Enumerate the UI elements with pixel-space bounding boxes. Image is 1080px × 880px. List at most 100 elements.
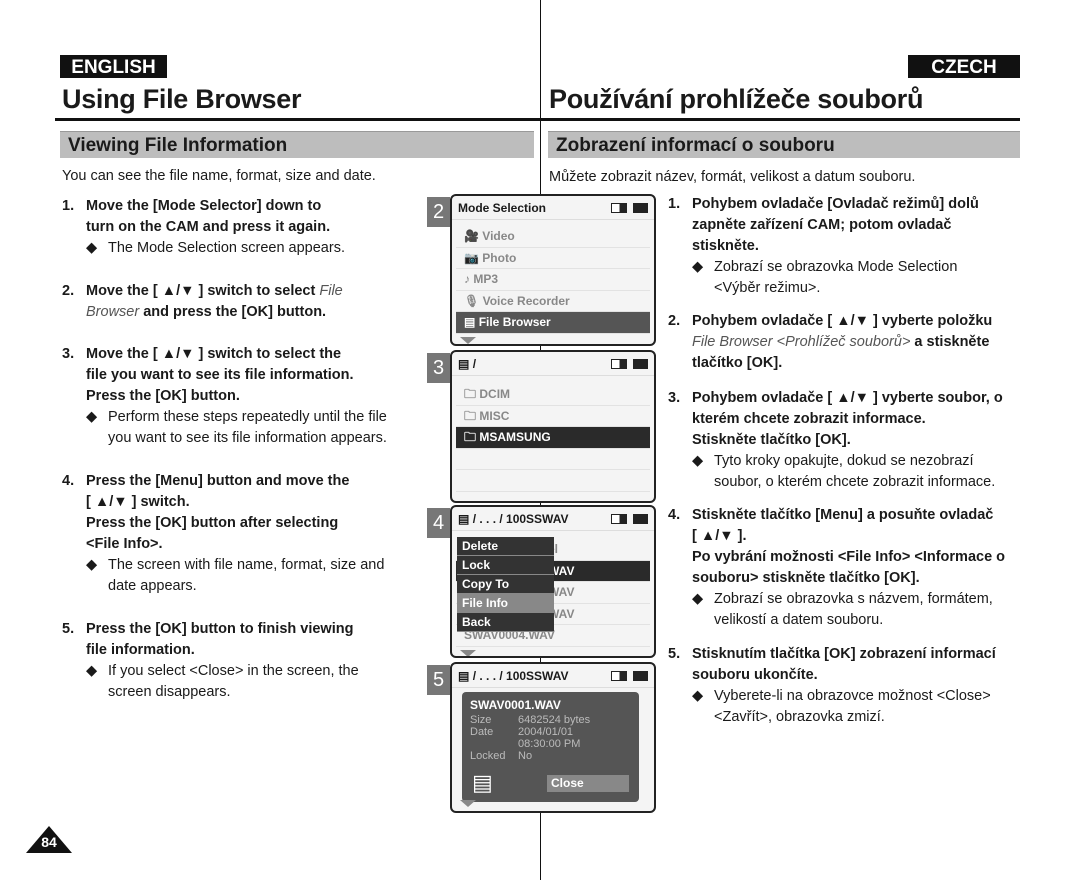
- menu-item-photo[interactable]: 📷 Photo: [456, 248, 650, 269]
- screen-number-badge: 4: [427, 508, 450, 538]
- bullet-text: you want to see its file information app…: [108, 430, 387, 446]
- folder-item[interactable]: 🗀 MISC: [456, 406, 650, 427]
- path: / . . . / 100SSWAV: [472, 511, 569, 526]
- battery-icon: [633, 202, 648, 213]
- size-label: Size: [470, 714, 492, 726]
- camera-icon: 📷: [464, 250, 479, 265]
- menu-file-info[interactable]: File Info: [457, 594, 554, 613]
- english-label: ENGLISH: [60, 55, 167, 78]
- battery-icon: [633, 513, 648, 524]
- menu-delete[interactable]: Delete: [457, 537, 554, 556]
- folder-item[interactable]: 🗀 DCIM: [456, 384, 650, 406]
- memory-icon: [611, 358, 627, 369]
- date-value: 2004/01/01: [518, 726, 574, 738]
- czech-title: Používání prohlížeče souborů: [549, 84, 924, 114]
- step-text: [ ▲/▼ ].: [692, 528, 747, 544]
- item-label: MISC: [479, 408, 510, 423]
- bullet-text: velikostí a datem souboru.: [714, 612, 884, 628]
- scroll-down-arrow-icon[interactable]: [460, 800, 476, 807]
- menu-item-voice-recorder[interactable]: 🎙 Voice Recorder: [456, 291, 650, 312]
- step-text: souboru> stiskněte tlačítko [OK].: [692, 570, 920, 586]
- step-number: 1.: [62, 198, 75, 214]
- step-number: 3.: [62, 346, 75, 362]
- step-text: Press the [OK] button.: [86, 388, 240, 404]
- folder-item-selected[interactable]: 🗀 MSAMSUNG: [456, 427, 650, 449]
- english-title: Using File Browser: [62, 84, 302, 114]
- step-text: and press the [OK] button.: [139, 304, 327, 320]
- battery-icon: [633, 670, 648, 681]
- empty-row: [456, 470, 650, 492]
- czech-intro: Můžete zobrazit název, formát, velikost …: [549, 169, 916, 185]
- step-number: 2.: [668, 313, 681, 329]
- bullet-icon: ◆: [86, 240, 98, 256]
- file-info-screen: ▤ / . . . / 100SSWAV SWAV0001.WAV Size 64…: [450, 662, 656, 813]
- english-step-3: 3. Move the [ ▲/▼ ] switch to select the …: [62, 344, 387, 449]
- memory-icon: [611, 513, 627, 524]
- scroll-down-arrow-icon[interactable]: [460, 336, 476, 344]
- item-label: Video: [482, 229, 515, 243]
- step-text: Press the [Menu] button and move the: [86, 473, 350, 489]
- step-number: 4.: [668, 507, 681, 523]
- step-text: Pohybem ovladače [Ovladač režimů] dolů: [692, 196, 979, 212]
- memory-icon: [611, 670, 627, 681]
- czech-section-header: Zobrazení informací o souboru: [548, 131, 1020, 158]
- path: /: [472, 356, 477, 371]
- english-step-5: 5. Press the [OK] button to finish viewin…: [62, 619, 359, 703]
- step-text: zapněte zařízení CAM; potom ovladač: [692, 217, 952, 233]
- item-label: MSAMSUNG: [479, 430, 551, 444]
- title-rule: [55, 118, 1020, 121]
- step-number: 5.: [62, 621, 75, 637]
- item-label: File Browser: [478, 315, 551, 329]
- english-step-1: 1. Move the [Mode Selector] down to turn …: [62, 196, 345, 259]
- czech-step-3: 3. Pohybem ovladače [ ▲/▼ ] vyberte soubo…: [668, 388, 1003, 493]
- step-number: 2.: [62, 283, 75, 299]
- bullet-icon: ◆: [86, 557, 98, 573]
- item-label: MP3: [473, 272, 499, 286]
- bullet-text: If you select <Close> in the screen, the: [108, 663, 359, 679]
- locked-label: Locked: [470, 750, 506, 762]
- page-number: 84: [41, 834, 57, 850]
- step-text: Press the [OK] button after selecting: [86, 515, 339, 531]
- english-section-header: Viewing File Information: [60, 131, 534, 158]
- bullet-text: Zobrazí se obrazovka Mode Selection: [714, 259, 958, 275]
- menu-lock[interactable]: Lock: [457, 556, 554, 575]
- video-camera-icon: 🎥: [464, 229, 479, 243]
- step-text: [ ▲/▼ ] switch.: [86, 494, 190, 510]
- file-icon: ▤: [464, 315, 476, 329]
- menu-item-video[interactable]: 🎥 Video: [456, 226, 650, 248]
- bullet-text: <Výběr režimu>.: [714, 280, 821, 296]
- item-label: Photo: [482, 250, 517, 265]
- bullet-text: date appears.: [108, 578, 197, 594]
- bullet-icon: ◆: [86, 663, 98, 679]
- step-text: souboru ukončíte.: [692, 667, 818, 683]
- scroll-down-arrow-icon[interactable]: [460, 649, 476, 656]
- file-icon: ▤: [458, 356, 470, 371]
- czech-label: CZECH: [908, 55, 1020, 78]
- menu-copy-to[interactable]: Copy To: [457, 575, 554, 594]
- step-number: 5.: [668, 646, 681, 662]
- step-text: Pohybem ovladače [ ▲/▼ ] vyberte soubor,…: [692, 390, 1003, 406]
- bullet-text: Tyto kroky opakujte, dokud se nezobrazí: [714, 453, 974, 469]
- menu-item-mp3[interactable]: ♪ MP3: [456, 269, 650, 291]
- screen-number-badge: 5: [427, 665, 450, 695]
- english-step-2: 2. Move the [ ▲/▼ ] switch to select File…: [62, 281, 343, 323]
- step-text-italic: File: [319, 283, 343, 299]
- memory-icon: [611, 202, 627, 213]
- bullet-icon: ◆: [692, 259, 704, 275]
- step-number: 4.: [62, 473, 75, 489]
- bullet-icon: ◆: [86, 409, 98, 425]
- menu-back[interactable]: Back: [457, 613, 554, 632]
- step-text: stiskněte.: [692, 238, 759, 254]
- bullet-text: soubor, o kterém chcete zobrazit informa…: [714, 474, 996, 490]
- item-label: Voice Recorder: [482, 293, 570, 308]
- english-intro: You can see the file name, format, size …: [62, 168, 376, 184]
- folder-icon: 🗀: [464, 387, 477, 401]
- menu-item-file-browser[interactable]: ▤ File Browser: [456, 312, 650, 334]
- step-text-italic: Browser: [86, 304, 140, 320]
- folder-icon: 🗀: [464, 430, 477, 444]
- step-text: Pohybem ovladače [ ▲/▼ ] vyberte položku: [692, 313, 993, 329]
- step-text: a stiskněte: [910, 334, 990, 350]
- microphone-icon: 🎙: [464, 293, 480, 308]
- close-button[interactable]: Close: [547, 775, 629, 792]
- czech-step-4: 4. Stiskněte tlačítko [Menu] a posuňte ov…: [668, 505, 1005, 631]
